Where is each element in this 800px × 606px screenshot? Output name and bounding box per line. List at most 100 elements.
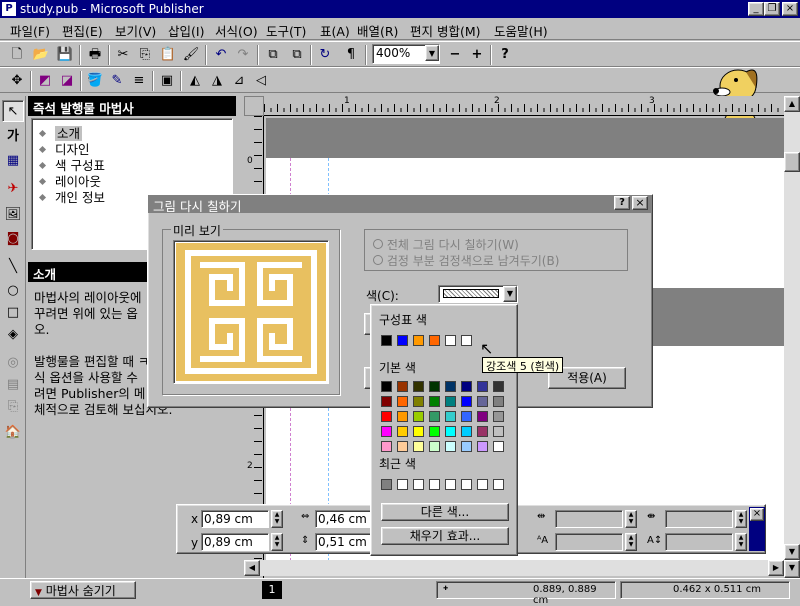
send-back-icon[interactable]: ⧉ <box>286 44 308 66</box>
menu-mail-merge[interactable]: 편지 병합(M) <box>410 21 481 40</box>
basic-color-swatch[interactable] <box>461 441 472 452</box>
recent-color-swatch[interactable] <box>445 479 456 490</box>
flip-vertical-icon[interactable]: ⊿ <box>228 70 250 92</box>
hot-spot-tool-icon[interactable]: ◎ <box>2 352 24 374</box>
scheme-color-swatch[interactable] <box>461 335 472 346</box>
x-position-field[interactable]: 0,89 cm <box>201 510 269 528</box>
scheme-color-swatch[interactable] <box>429 335 440 346</box>
basic-color-swatch[interactable] <box>429 411 440 422</box>
menu-tools[interactable]: 도구(T) <box>266 21 306 40</box>
page-navigator[interactable]: 1 <box>262 581 282 599</box>
print-icon[interactable]: 🖶 <box>84 44 106 66</box>
basic-color-swatch[interactable] <box>381 426 392 437</box>
menu-file[interactable]: 파일(F) <box>10 21 50 40</box>
y-spinner[interactable]: ▲ ▼ <box>271 533 283 551</box>
recent-color-swatch[interactable] <box>381 479 392 490</box>
horizontal-scrollbar[interactable]: ◀ ▶ <box>244 560 784 576</box>
form-control-tool-icon[interactable]: ▤ <box>2 374 24 396</box>
basic-color-swatch[interactable] <box>429 441 440 452</box>
basic-color-swatch[interactable] <box>397 411 408 422</box>
html-code-tool-icon[interactable]: ⎘ <box>2 396 24 418</box>
basic-color-swatch[interactable] <box>477 411 488 422</box>
dialog-help-button[interactable]: ? <box>614 196 630 210</box>
basic-color-swatch[interactable] <box>445 411 456 422</box>
gray-band-shape[interactable] <box>650 288 784 346</box>
basic-color-swatch[interactable] <box>413 441 424 452</box>
basic-color-swatch[interactable] <box>477 426 488 437</box>
pointer-tool-icon[interactable]: ↖ <box>2 100 24 122</box>
menu-insert[interactable]: 삽입(I) <box>168 21 204 40</box>
basic-color-swatch[interactable] <box>413 396 424 407</box>
hide-wizard-button[interactable]: ▼ 마법사 숨기기 <box>30 581 136 599</box>
rotate-icon[interactable]: ↻ <box>314 44 336 66</box>
vertical-scrollbar[interactable]: ▲ ▼ ▼ <box>784 96 800 578</box>
open-icon[interactable]: 📂 <box>30 44 52 66</box>
rotate-left-icon[interactable]: ◭ <box>184 70 206 92</box>
basic-color-swatch[interactable] <box>477 381 488 392</box>
pilcrow-icon[interactable]: ¶ <box>340 44 362 66</box>
zoom-select[interactable]: 400% ▼ <box>372 44 440 64</box>
shadow-icon[interactable]: ▣ <box>156 70 178 92</box>
measurement-close-icon[interactable]: × <box>750 508 764 521</box>
recent-color-swatch[interactable] <box>461 479 472 490</box>
format-painter-icon[interactable]: 🖌 <box>180 44 202 66</box>
basic-color-swatch[interactable] <box>493 426 504 437</box>
text-scale-spinner[interactable]: ▲ ▼ <box>625 533 637 551</box>
basic-color-swatch[interactable] <box>445 441 456 452</box>
custom-shapes-tool-icon[interactable]: ◈ <box>2 324 24 346</box>
char-spacing-spinner[interactable]: ▲ ▼ <box>625 510 637 528</box>
ruler-corner[interactable] <box>244 96 264 116</box>
scheme-color-swatch[interactable] <box>381 335 392 346</box>
recolor-icon[interactable]: ◪ <box>56 70 78 92</box>
basic-color-swatch[interactable] <box>413 411 424 422</box>
bring-front-icon[interactable]: ⧉ <box>262 44 284 66</box>
basic-color-swatch[interactable] <box>477 396 488 407</box>
cut-icon[interactable]: ✂ <box>112 44 134 66</box>
fill-color-icon[interactable]: 🪣 <box>84 70 106 92</box>
scroll-up-arrow-icon[interactable]: ▲ <box>784 96 800 112</box>
line-spacing-spinner[interactable]: ▲ ▼ <box>735 533 747 551</box>
picture-frame-tool-icon[interactable]: 🖼 <box>2 204 24 226</box>
design-gallery-tool-icon[interactable]: 🏠 <box>2 422 24 444</box>
width-field[interactable]: 0,46 cm <box>315 510 373 528</box>
close-window-button[interactable]: × <box>782 2 798 16</box>
tracking-field[interactable] <box>665 510 733 528</box>
recent-color-swatch[interactable] <box>429 479 440 490</box>
basic-color-swatch[interactable] <box>397 441 408 452</box>
picture-move-icon[interactable]: ✥ <box>6 70 28 92</box>
basic-color-swatch[interactable] <box>461 396 472 407</box>
menu-table[interactable]: 표(A) <box>320 21 350 40</box>
basic-color-swatch[interactable] <box>397 426 408 437</box>
basic-color-swatch[interactable] <box>445 396 456 407</box>
basic-color-swatch[interactable] <box>381 441 392 452</box>
menu-help[interactable]: 도움말(H) <box>494 21 548 40</box>
recent-color-swatch[interactable] <box>397 479 408 490</box>
flip-horizontal-icon[interactable]: ◁ <box>250 70 272 92</box>
dialog-title-bar[interactable]: 그림 다시 칠하기 <box>148 195 652 214</box>
menu-arrange[interactable]: 배열(R) <box>357 21 398 40</box>
menu-format[interactable]: 서식(O) <box>215 21 258 40</box>
char-spacing-field[interactable] <box>555 510 623 528</box>
basic-color-swatch[interactable] <box>413 381 424 392</box>
paste-icon[interactable]: 📋 <box>157 44 179 66</box>
recent-color-swatch[interactable] <box>477 479 488 490</box>
y-position-field[interactable]: 0,89 cm <box>201 533 269 551</box>
basic-color-swatch[interactable] <box>493 396 504 407</box>
copy-icon[interactable]: ⎘ <box>134 44 156 66</box>
basic-color-swatch[interactable] <box>445 426 456 437</box>
measurement-toolbar-title[interactable]: × <box>749 507 765 551</box>
line-spacing-field[interactable] <box>665 533 733 551</box>
undo-icon[interactable]: ↶ <box>210 44 232 66</box>
recent-color-swatch[interactable] <box>493 479 504 490</box>
basic-color-swatch[interactable] <box>397 381 408 392</box>
scheme-color-swatch[interactable] <box>413 335 424 346</box>
color-dropdown[interactable]: ▼ <box>438 285 518 303</box>
tracking-spinner[interactable]: ▲ ▼ <box>735 510 747 528</box>
line-color-icon[interactable]: ✎ <box>106 70 128 92</box>
scroll-down-end-icon[interactable]: ▼ <box>784 560 800 578</box>
table-frame-tool-icon[interactable]: ▦ <box>2 150 24 172</box>
fill-effects-button[interactable]: 채우기 효과... <box>381 527 509 545</box>
chevron-down-icon[interactable]: ▼ <box>503 286 517 302</box>
basic-color-swatch[interactable] <box>461 411 472 422</box>
x-spinner[interactable]: ▲ ▼ <box>271 510 283 528</box>
